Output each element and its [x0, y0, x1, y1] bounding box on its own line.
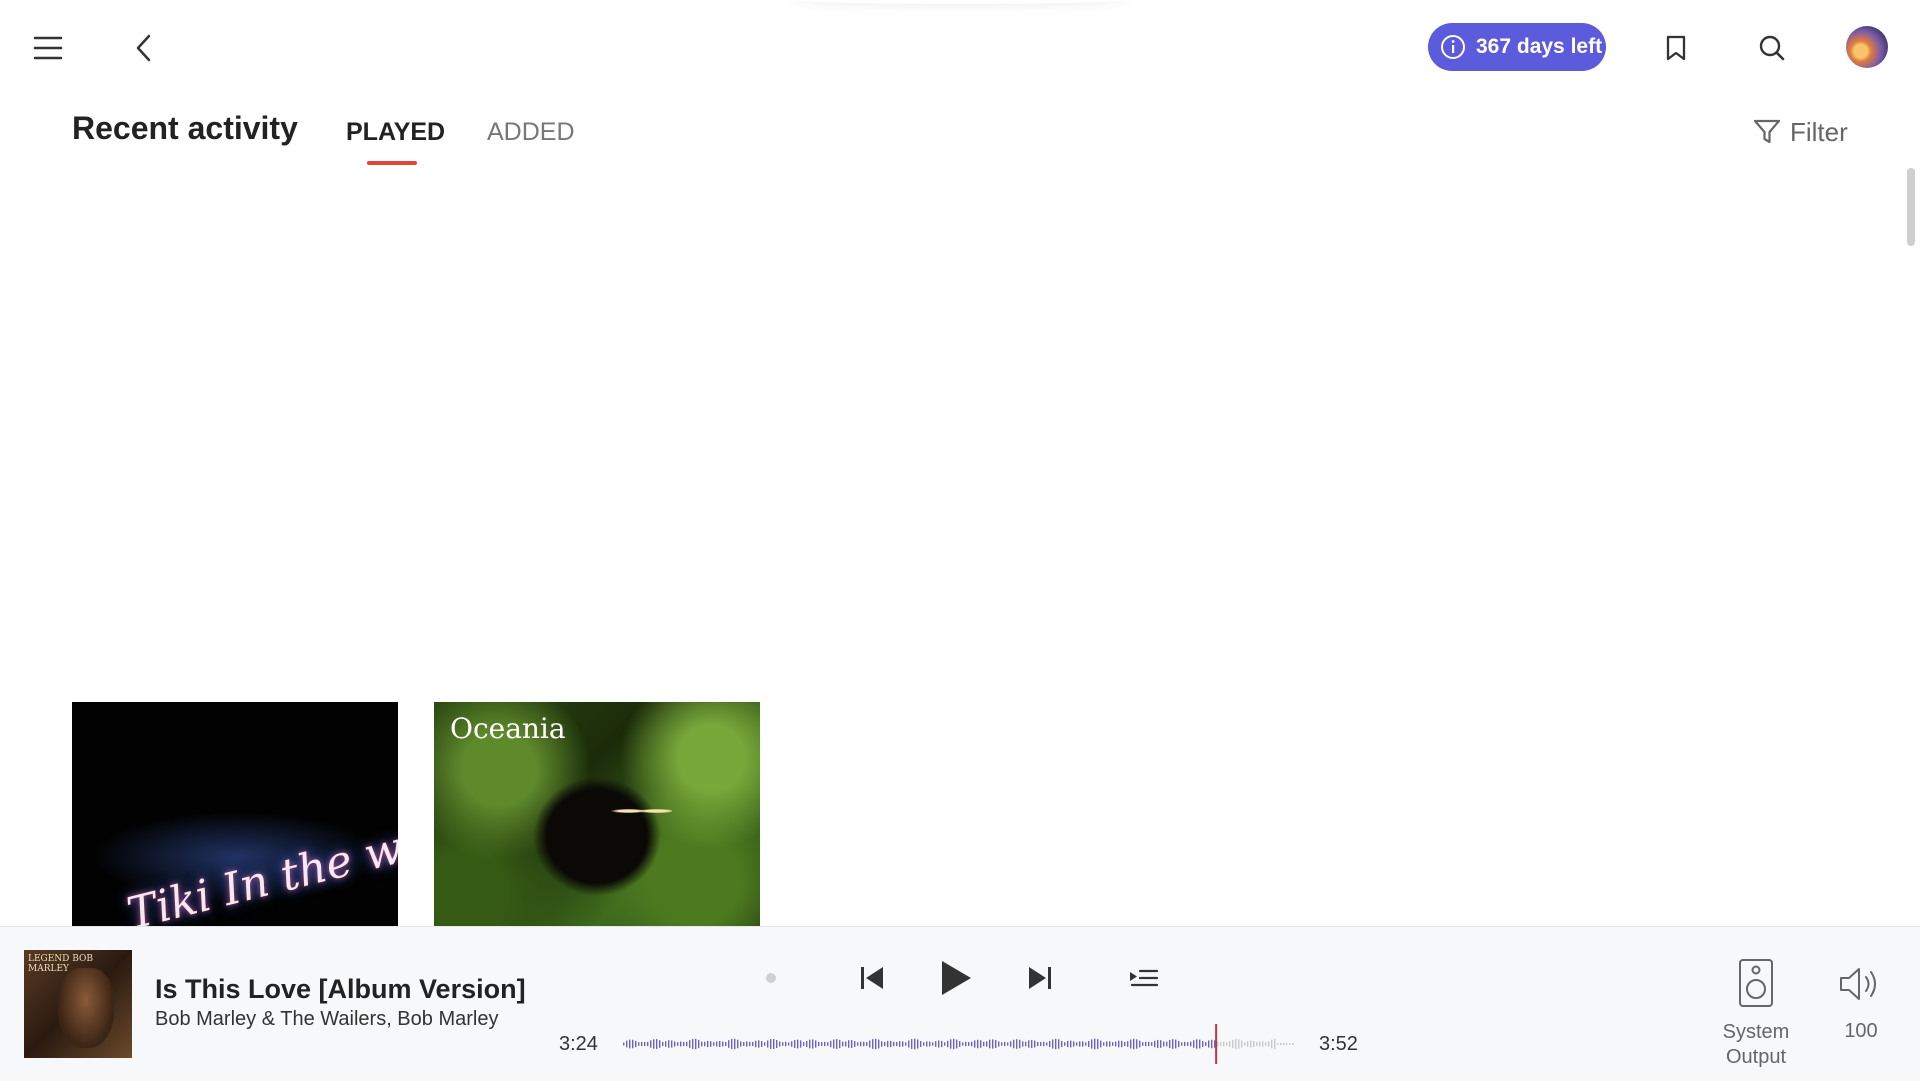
- play-icon: [942, 961, 971, 995]
- album-tile[interactable]: Oceania: [434, 702, 760, 926]
- cover-art-portrait: [58, 968, 114, 1048]
- system-output-label-line1: System: [1722, 1021, 1790, 1043]
- system-output-label-line2: Output: [1725, 1046, 1787, 1068]
- page-title: Recent activity: [72, 110, 298, 146]
- cover-art-eyes: [610, 806, 672, 816]
- tab-added[interactable]: ADDED: [487, 118, 575, 147]
- previous-track-button[interactable]: [852, 958, 892, 998]
- hamburger-menu-icon: [33, 36, 63, 60]
- waveform-seekbar[interactable]: [622, 1024, 1296, 1064]
- trial-days-badge[interactable]: 367 days left: [1428, 23, 1606, 71]
- back-button[interactable]: [124, 28, 164, 68]
- playhead[interactable]: [1215, 1024, 1218, 1064]
- search-icon: [1759, 35, 1785, 61]
- search-button[interactable]: [1752, 28, 1792, 68]
- top-bar: 367 days left: [0, 0, 1920, 96]
- skip-next-icon: [1029, 967, 1051, 989]
- track-artist[interactable]: Bob Marley & The Wailers, Bob Marley: [155, 1008, 498, 1031]
- queue-button[interactable]: [1122, 958, 1166, 998]
- active-tab-indicator: [367, 161, 417, 165]
- queue-icon: [1130, 969, 1159, 987]
- album-tile[interactable]: Tiki In the world of Light: [72, 702, 398, 926]
- filter-label: Filter: [1790, 116, 1848, 147]
- play-button[interactable]: [932, 954, 980, 1002]
- system-output-button[interactable]: System Output: [1720, 958, 1792, 1070]
- scrollbar-thumb[interactable]: [1907, 168, 1915, 246]
- chevron-left-icon: [136, 34, 151, 62]
- trial-badge-label: 367 days left: [1476, 35, 1603, 58]
- next-track-button[interactable]: [1020, 958, 1060, 998]
- skip-previous-icon: [861, 967, 883, 989]
- filter-button[interactable]: Filter: [1752, 112, 1848, 152]
- bookmark-button[interactable]: [1656, 28, 1696, 68]
- menu-button[interactable]: [28, 28, 68, 68]
- cover-art-text: LEGEND BOB MARLEY: [28, 954, 94, 974]
- elapsed-time: 3:24: [559, 1033, 598, 1055]
- volume-button[interactable]: 100: [1836, 958, 1886, 1070]
- track-title[interactable]: Is This Love [Album Version]: [155, 974, 526, 1005]
- system-output-label: System Output: [1720, 1020, 1792, 1070]
- bookmark-icon: [1666, 35, 1686, 61]
- album-cover-text: Oceania: [450, 712, 566, 745]
- volume-level: 100: [1844, 1020, 1878, 1042]
- tab-played[interactable]: PLAYED: [346, 118, 445, 147]
- shuffle-dot-button[interactable]: [766, 973, 776, 983]
- speaker-device-icon: [1739, 959, 1773, 1007]
- filter-icon: [1753, 119, 1781, 144]
- avatar[interactable]: [1846, 26, 1888, 68]
- info-icon: [1441, 35, 1465, 59]
- volume-icon: [1840, 968, 1876, 1000]
- top-shadow-decoration: [790, 0, 1130, 4]
- now-playing-cover[interactable]: LEGEND BOB MARLEY: [24, 950, 132, 1058]
- total-time: 3:52: [1319, 1033, 1358, 1055]
